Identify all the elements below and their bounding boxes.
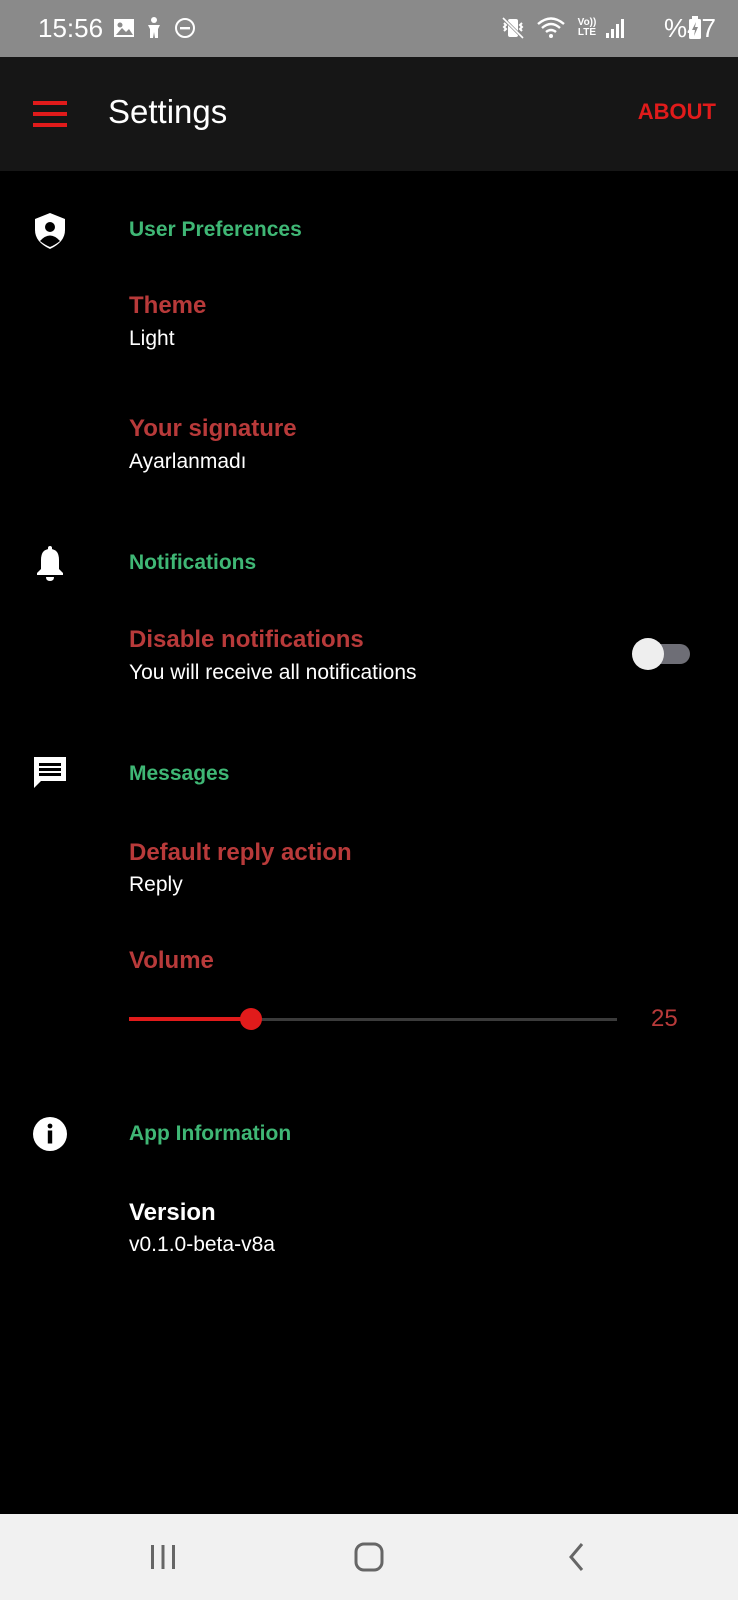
shield-user-icon: [30, 211, 70, 251]
volte-icon: Vo)) LTE: [574, 14, 600, 42]
volume-value: 25: [651, 1005, 678, 1032]
pref-default-reply-title: Default reply action: [129, 839, 352, 866]
vibrate-icon: [500, 14, 526, 42]
navigation-bar: [0, 1514, 738, 1600]
slider-thumb[interactable]: [240, 1008, 262, 1030]
pref-theme-summary: Light: [129, 327, 175, 350]
home-icon: [354, 1542, 384, 1572]
pref-signature-summary: Ayarlanmadı: [129, 450, 247, 473]
pref-default-reply-summary: Reply: [129, 873, 183, 896]
pref-version-summary: v0.1.0-beta-v8a: [129, 1233, 275, 1256]
section-title-user-preferences: User Preferences: [129, 218, 302, 241]
pref-default-reply[interactable]: Default reply action Reply: [0, 825, 738, 915]
pref-disable-notifications[interactable]: Disable notifications You will receive a…: [0, 610, 738, 710]
info-icon: [30, 1114, 70, 1154]
message-icon: [30, 753, 70, 793]
accessibility-icon: [143, 14, 165, 42]
volte-label: Vo)) LTE: [577, 17, 597, 38]
pref-disable-notifications-summary: You will receive all notifications: [129, 661, 417, 684]
app-bar: Settings ABOUT: [0, 57, 738, 171]
wifi-icon: [536, 14, 566, 42]
disable-notifications-toggle[interactable]: [632, 638, 690, 670]
menu-button[interactable]: [20, 85, 80, 143]
bell-icon: [30, 544, 70, 584]
pref-signature-title: Your signature: [129, 415, 297, 442]
pref-version-title: Version: [129, 1199, 216, 1226]
recent-apps-icon: [151, 1545, 175, 1569]
slider-fill: [129, 1017, 251, 1021]
section-title-app-information: App Information: [129, 1122, 292, 1145]
pref-disable-notifications-title: Disable notifications: [129, 626, 364, 653]
back-icon: [569, 1543, 584, 1571]
home-button[interactable]: [339, 1532, 399, 1582]
pref-version: Version v0.1.0-beta-v8a: [0, 1185, 738, 1275]
status-time: 15:56: [38, 13, 104, 43]
pref-theme-title: Theme: [129, 292, 207, 319]
page-title: Settings: [108, 93, 228, 130]
signal-icon: [605, 14, 625, 42]
about-button[interactable]: ABOUT: [638, 99, 716, 125]
back-button[interactable]: [547, 1532, 607, 1582]
do-not-disturb-icon: [174, 14, 196, 42]
section-title-notifications: Notifications: [129, 551, 257, 574]
battery-charging-icon: [688, 14, 702, 42]
status-bar: 15:56 Vo)) LTE %47: [0, 0, 738, 57]
pref-volume-title: Volume: [129, 947, 214, 974]
pref-theme[interactable]: Theme Light: [0, 282, 738, 382]
toggle-thumb: [632, 638, 664, 670]
recent-apps-button[interactable]: [133, 1532, 193, 1582]
section-title-messages: Messages: [129, 762, 230, 785]
volume-slider[interactable]: [129, 1006, 617, 1032]
image-icon: [113, 14, 135, 42]
pref-signature[interactable]: Your signature Ayarlanmadı: [0, 405, 738, 505]
menu-icon: [33, 101, 67, 127]
